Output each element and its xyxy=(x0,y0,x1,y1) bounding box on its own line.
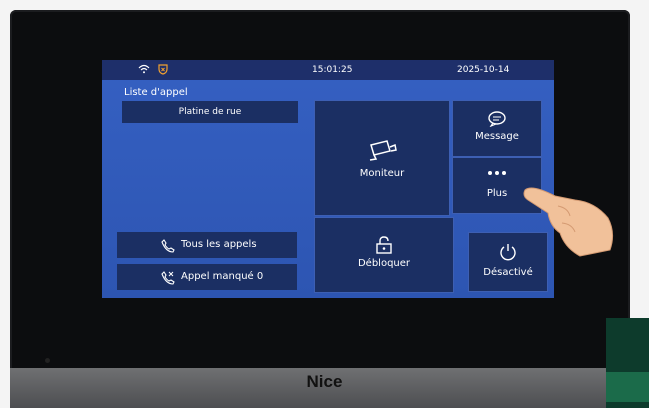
touch-screen: 15:01:25 2025-10-14 Liste d'appel Platin… xyxy=(102,60,554,298)
all-calls-button[interactable]: Tous les appels xyxy=(117,232,297,258)
shield-icon xyxy=(158,64,168,78)
unlock-icon xyxy=(376,236,392,254)
message-tile[interactable]: Message xyxy=(452,100,542,157)
unlock-tile[interactable]: Débloquer xyxy=(314,217,454,293)
missed-calls-label: Appel manqué 0 xyxy=(181,271,264,282)
pointing-hand-icon xyxy=(523,187,614,257)
status-date: 2025-10-14 xyxy=(457,65,510,75)
status-time: 15:01:25 xyxy=(312,65,353,75)
all-calls-label: Tous les appels xyxy=(181,239,257,250)
monitor-tile[interactable]: Moniteur xyxy=(314,100,450,216)
missed-call-icon xyxy=(161,270,175,296)
unlock-label: Débloquer xyxy=(357,258,411,269)
more-dots-icon xyxy=(488,171,506,175)
missed-calls-button[interactable]: Appel manqué 0 xyxy=(117,264,297,290)
power-icon xyxy=(500,244,516,261)
wall-panel-green xyxy=(606,372,649,402)
message-label: Message xyxy=(475,131,519,142)
phone-icon xyxy=(161,238,175,264)
call-list-title: Liste d'appel xyxy=(124,87,188,98)
call-source-select[interactable]: Platine de rue xyxy=(122,101,298,123)
brand-logo: Nice xyxy=(306,372,343,391)
deactivate-label: Désactivé xyxy=(483,267,533,278)
wifi-icon xyxy=(138,64,150,77)
sensor-dot xyxy=(45,358,50,363)
status-bar: 15:01:25 2025-10-14 xyxy=(102,60,554,80)
message-icon xyxy=(488,111,506,127)
camera-icon xyxy=(369,140,397,161)
monitor-label: Moniteur xyxy=(359,168,405,179)
